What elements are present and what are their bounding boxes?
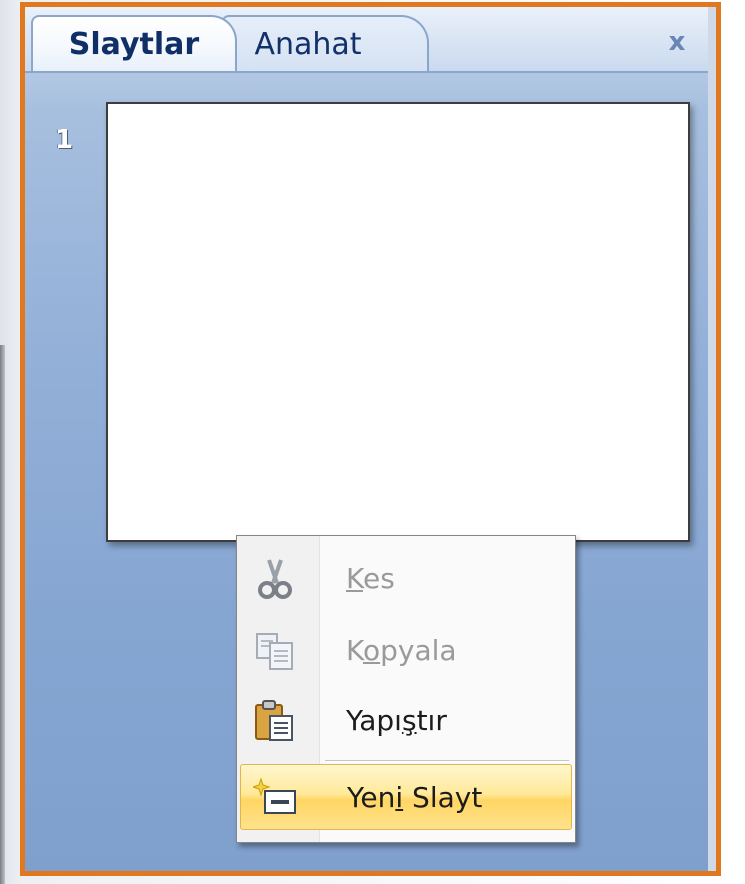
menu-item-yeni-slayt-label: Yeni Slayt (347, 781, 483, 814)
app-canvas: Anahat Slaytlar x 1 Kes Kopyala Yapıştır… (0, 0, 745, 884)
tab-baseline (25, 71, 708, 73)
copy-icon (252, 628, 298, 674)
menu-item-kes-label: Kes (346, 562, 395, 595)
tab-anahat-label: Anahat (254, 26, 362, 62)
new-slide-icon (251, 775, 299, 821)
slide-number: 1 (55, 125, 74, 155)
close-pane-icon[interactable]: x (664, 29, 690, 55)
tab-slaytlar[interactable]: Slaytlar (31, 15, 237, 71)
menu-item-yapistir[interactable]: Yapıştır (240, 686, 572, 756)
menu-item-yapistir-label: Yapıştır (346, 704, 447, 737)
menu-item-kopyala-label: Kopyala (346, 634, 457, 667)
menu-item-kopyala[interactable]: Kopyala (240, 616, 572, 686)
context-menu: Kes Kopyala Yapıştır Yeni Slayt (236, 535, 576, 843)
scissors-icon (252, 556, 298, 602)
tab-anahat[interactable]: Anahat (221, 15, 429, 71)
menu-separator (325, 760, 569, 762)
tab-slaytlar-label: Slaytlar (68, 26, 200, 62)
paste-icon (252, 698, 298, 744)
pane-tab-bar: Anahat Slaytlar x (25, 7, 708, 73)
background-edge (0, 345, 5, 884)
menu-item-kes[interactable]: Kes (240, 544, 572, 614)
menu-item-yeni-slayt[interactable]: Yeni Slayt (240, 764, 572, 830)
slide-thumbnail[interactable] (106, 102, 690, 542)
